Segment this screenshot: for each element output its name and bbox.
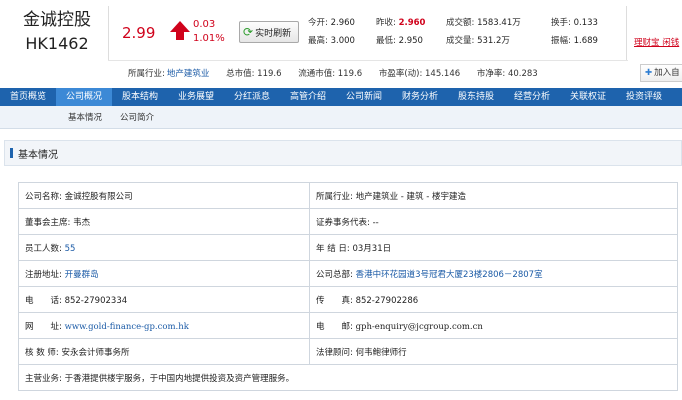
pb-ratio: 市净率: 40.283 bbox=[476, 69, 538, 79]
right-divider bbox=[626, 6, 627, 60]
fax-cell: 传 真: 852-27902286 bbox=[309, 286, 678, 313]
industry-link[interactable]: 地产建筑业 bbox=[167, 69, 210, 79]
employees-value: 55 bbox=[64, 243, 76, 254]
stock-code: HK1462 bbox=[25, 34, 89, 53]
stock-price: 2.99 bbox=[122, 24, 156, 42]
tab-company-overview[interactable]: 公司概况 bbox=[56, 88, 112, 106]
chairman-cell: 董事会主席: 韦杰 bbox=[18, 208, 310, 235]
website-link[interactable]: www.gold-finance-gp.com.hk bbox=[65, 322, 189, 332]
total-market-cap: 总市值: 119.6 bbox=[226, 69, 282, 79]
hq-cell: 公司总部: 香港中环花园道3号冠君大厦23楼2806－2807室 bbox=[309, 260, 678, 287]
tab-financial-analysis[interactable]: 财务分析 bbox=[392, 88, 448, 106]
table-row: 注册地址: 开曼群岛 公司总部: 香港中环花园道3号冠君大厦23楼2806－28… bbox=[18, 260, 678, 287]
quote-turnover-rate: 换手: 0.133 bbox=[551, 18, 598, 28]
tab-warrants[interactable]: 关联权证 bbox=[560, 88, 616, 106]
company-industry: 所属行业: 地产建筑业 - 建筑 - 楼宇建造 bbox=[309, 182, 678, 209]
tab-company-news[interactable]: 公司新闻 bbox=[336, 88, 392, 106]
section-marker-icon bbox=[10, 148, 13, 158]
table-row: 主营业务: 于香港提供楼宇服务，于中国内地提供投资及资产管理服务。 bbox=[18, 364, 678, 391]
auditor-cell: 核 数 师: 安永会计师事务所 bbox=[18, 338, 310, 365]
up-arrow-stem bbox=[176, 32, 184, 40]
table-row: 公司名称: 金诚控股有限公司 所属行业: 地产建筑业 - 建筑 - 楼宇建造 bbox=[18, 182, 678, 209]
section-header bbox=[4, 140, 682, 166]
industry-label: 所属行业: bbox=[128, 69, 165, 79]
quote-amplitude: 振幅: 1.689 bbox=[551, 36, 598, 46]
year-end-value: 03月31日 bbox=[352, 243, 392, 254]
tab-executives[interactable]: 高管介绍 bbox=[280, 88, 336, 106]
quote-turnover: 成交额: 1583.41万 bbox=[446, 18, 521, 28]
sub-nav: 基本情况 公司简介 bbox=[0, 106, 682, 129]
quote-volume: 成交量: 531.2万 bbox=[446, 36, 510, 46]
wealth-link[interactable]: 理财宝 闲钱 bbox=[634, 36, 679, 48]
refresh-label: 实时刷新 bbox=[255, 29, 292, 39]
quote-open: 今开: 2.960 bbox=[308, 18, 355, 28]
tab-ratings[interactable]: 投资评级 bbox=[616, 88, 672, 106]
table-row: 电 话: 852-27902334 传 真: 852-27902286 bbox=[18, 286, 678, 313]
phone-value: 852-27902334 bbox=[64, 295, 128, 306]
business-value: 于香港提供楼宇服务，于中国内地提供投资及资产管理服务。 bbox=[64, 373, 295, 384]
quote-prev-close: 昨收: 2.960 bbox=[376, 18, 426, 28]
website-cell: 网 址: www.gold-finance-gp.com.hk bbox=[18, 312, 310, 339]
refresh-icon: ⟳ bbox=[243, 25, 254, 39]
legal-value: 何韦鲍律师行 bbox=[355, 347, 407, 358]
add-favorite-button[interactable]: ✚ 加入自 bbox=[640, 64, 682, 82]
pe-ratio: 市盈率(动): 145.146 bbox=[378, 69, 461, 79]
plus-icon: ✚ bbox=[645, 68, 653, 78]
quote-low: 最低: 2.950 bbox=[376, 36, 423, 46]
header-separator bbox=[108, 60, 628, 61]
change-percent: 1.01% bbox=[193, 33, 225, 44]
section-title: 基本情况 bbox=[18, 150, 58, 161]
table-row: 核 数 师: 安永会计师事务所 法律顾问: 何韦鲍律师行 bbox=[18, 338, 678, 365]
realtime-refresh-button[interactable]: ⟳ 实时刷新 bbox=[239, 21, 299, 43]
table-row: 员工人数: 55 年 结 日: 03月31日 bbox=[18, 234, 678, 261]
tab-share-structure[interactable]: 股本结构 bbox=[112, 88, 168, 106]
header-divider bbox=[108, 6, 109, 60]
quote-high: 最高: 3.000 bbox=[308, 36, 355, 46]
auditor-value: 安永会计师事务所 bbox=[61, 347, 130, 358]
hq-value: 香港中环花园道3号冠君大厦23楼2806－2807室 bbox=[355, 269, 543, 280]
subtab-basic-info[interactable]: 基本情况 bbox=[68, 111, 102, 123]
tab-shareholders[interactable]: 股东持股 bbox=[448, 88, 504, 106]
chairman-value: 韦杰 bbox=[73, 217, 91, 228]
company-name: 公司名称: 金诚控股有限公司 bbox=[18, 182, 310, 209]
add-favorite-label: 加入自 bbox=[654, 68, 680, 78]
change-value: 0.03 bbox=[193, 19, 216, 30]
tab-operation-analysis[interactable]: 经营分析 bbox=[504, 88, 560, 106]
stock-name: 金诚控股 bbox=[23, 10, 91, 30]
securities-rep: 证券事务代表: -- bbox=[309, 208, 678, 235]
main-nav: 首页概览 公司概况 股本结构 业务展望 分红派息 高管介绍 公司新闻 财务分析 … bbox=[0, 88, 682, 106]
tab-dividends[interactable]: 分红派息 bbox=[224, 88, 280, 106]
subtab-company-intro[interactable]: 公司简介 bbox=[120, 111, 154, 123]
company-profile-table: 公司名称: 金诚控股有限公司 所属行业: 地产建筑业 - 建筑 - 楼宇建造 董… bbox=[18, 182, 678, 391]
float-market-cap: 流通市值: 119.6 bbox=[298, 69, 363, 79]
stock-name-box: 金诚控股 HK1462 bbox=[8, 8, 106, 56]
reg-address-value: 开曼群岛 bbox=[64, 269, 99, 280]
business-cell: 主营业务: 于香港提供楼宇服务，于中国内地提供投资及资产管理服务。 bbox=[18, 364, 678, 391]
employees-cell: 员工人数: 55 bbox=[18, 234, 310, 261]
email-cell: 电 邮: gph-enquiry@jcgroup.com.cn bbox=[309, 312, 678, 339]
info-row: 所属行业: 地产建筑业 总市值: 119.6 流通市值: 119.6 市盈率(动)… bbox=[128, 67, 552, 79]
year-end-cell: 年 结 日: 03月31日 bbox=[309, 234, 678, 261]
fax-value: 852-27902286 bbox=[355, 295, 419, 306]
table-row: 网 址: www.gold-finance-gp.com.hk 电 邮: gph… bbox=[18, 312, 678, 339]
tab-home-overview[interactable]: 首页概览 bbox=[0, 88, 56, 106]
reg-address-cell: 注册地址: 开曼群岛 bbox=[18, 260, 310, 287]
table-row: 董事会主席: 韦杰 证券事务代表: -- bbox=[18, 208, 678, 235]
phone-cell: 电 话: 852-27902334 bbox=[18, 286, 310, 313]
legal-cell: 法律顾问: 何韦鲍律师行 bbox=[309, 338, 678, 365]
tab-business-outlook[interactable]: 业务展望 bbox=[168, 88, 224, 106]
email-value: gph-enquiry@jcgroup.com.cn bbox=[355, 321, 483, 332]
up-arrow-icon bbox=[170, 21, 190, 32]
price-change: 0.03 1.01% bbox=[193, 18, 225, 46]
